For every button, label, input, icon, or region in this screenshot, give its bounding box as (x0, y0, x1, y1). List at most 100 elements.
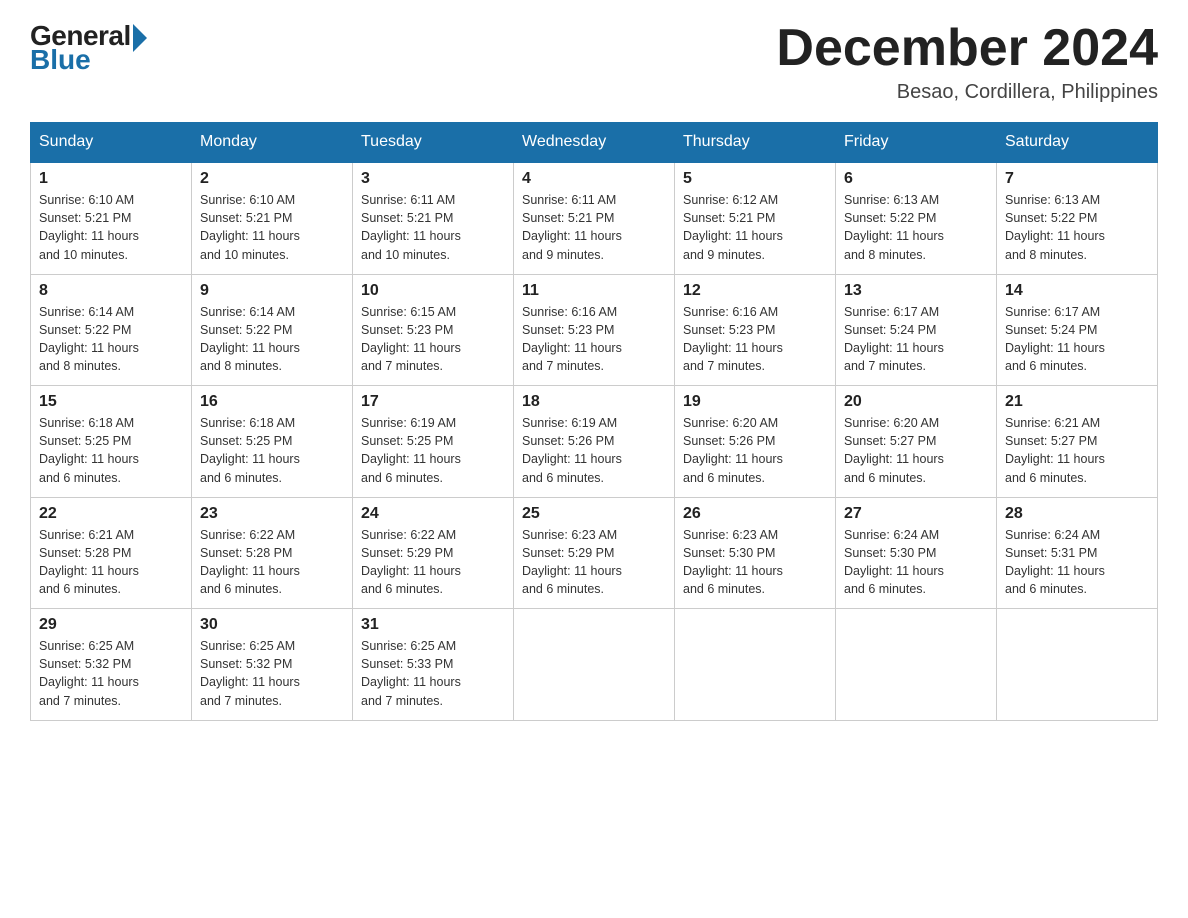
day-number: 16 (200, 393, 344, 411)
logo-blue-text: Blue (30, 44, 91, 76)
page-header: General Blue December 2024 Besao, Cordil… (30, 20, 1158, 104)
day-info: Sunrise: 6:22 AMSunset: 5:29 PMDaylight:… (361, 526, 505, 599)
day-number: 10 (361, 282, 505, 300)
day-number: 23 (200, 505, 344, 523)
table-row (675, 609, 836, 721)
day-info: Sunrise: 6:16 AMSunset: 5:23 PMDaylight:… (522, 303, 666, 376)
day-info: Sunrise: 6:12 AMSunset: 5:21 PMDaylight:… (683, 191, 827, 264)
table-row: 5 Sunrise: 6:12 AMSunset: 5:21 PMDaylight… (675, 162, 836, 274)
day-info: Sunrise: 6:17 AMSunset: 5:24 PMDaylight:… (1005, 303, 1149, 376)
day-number: 18 (522, 393, 666, 411)
table-row: 11 Sunrise: 6:16 AMSunset: 5:23 PMDayligh… (514, 274, 675, 386)
col-thursday: Thursday (675, 123, 836, 163)
table-row: 10 Sunrise: 6:15 AMSunset: 5:23 PMDayligh… (353, 274, 514, 386)
day-number: 15 (39, 393, 183, 411)
table-row (836, 609, 997, 721)
day-info: Sunrise: 6:11 AMSunset: 5:21 PMDaylight:… (522, 191, 666, 264)
day-info: Sunrise: 6:19 AMSunset: 5:25 PMDaylight:… (361, 414, 505, 487)
calendar-week-row: 15 Sunrise: 6:18 AMSunset: 5:25 PMDayligh… (31, 386, 1158, 498)
col-friday: Friday (836, 123, 997, 163)
day-info: Sunrise: 6:11 AMSunset: 5:21 PMDaylight:… (361, 191, 505, 264)
table-row: 21Sunrise: 6:21 AMSunset: 5:27 PMDayligh… (997, 386, 1158, 498)
day-info: Sunrise: 6:20 AMSunset: 5:26 PMDaylight:… (683, 414, 827, 487)
logo-arrow-icon (133, 24, 147, 52)
table-row: 9 Sunrise: 6:14 AMSunset: 5:22 PMDaylight… (192, 274, 353, 386)
day-number: 3 (361, 170, 505, 188)
day-info: Sunrise: 6:18 AMSunset: 5:25 PMDaylight:… (39, 414, 183, 487)
table-row: 16 Sunrise: 6:18 AMSunset: 5:25 PMDayligh… (192, 386, 353, 498)
table-row: 20Sunrise: 6:20 AMSunset: 5:27 PMDayligh… (836, 386, 997, 498)
calendar-week-row: 8 Sunrise: 6:14 AMSunset: 5:22 PMDaylight… (31, 274, 1158, 386)
day-info: Sunrise: 6:23 AMSunset: 5:29 PMDaylight:… (522, 526, 666, 599)
day-number: 9 (200, 282, 344, 300)
col-tuesday: Tuesday (353, 123, 514, 163)
table-row: 22 Sunrise: 6:21 AMSunset: 5:28 PMDayligh… (31, 497, 192, 609)
calendar-week-row: 1Sunrise: 6:10 AMSunset: 5:21 PMDaylight… (31, 162, 1158, 274)
day-number: 14 (1005, 282, 1149, 300)
table-row: 15 Sunrise: 6:18 AMSunset: 5:25 PMDayligh… (31, 386, 192, 498)
logo: General Blue (30, 20, 147, 76)
table-row: 6 Sunrise: 6:13 AMSunset: 5:22 PMDaylight… (836, 162, 997, 274)
table-row: 28 Sunrise: 6:24 AMSunset: 5:31 PMDayligh… (997, 497, 1158, 609)
day-number: 11 (522, 282, 666, 300)
table-row: 14 Sunrise: 6:17 AMSunset: 5:24 PMDayligh… (997, 274, 1158, 386)
table-row: 2Sunrise: 6:10 AMSunset: 5:21 PMDaylight… (192, 162, 353, 274)
calendar-header-row: Sunday Monday Tuesday Wednesday Thursday… (31, 123, 1158, 163)
table-row: 24 Sunrise: 6:22 AMSunset: 5:29 PMDayligh… (353, 497, 514, 609)
day-info: Sunrise: 6:17 AMSunset: 5:24 PMDaylight:… (844, 303, 988, 376)
calendar-table: Sunday Monday Tuesday Wednesday Thursday… (30, 122, 1158, 721)
table-row: 7Sunrise: 6:13 AMSunset: 5:22 PMDaylight… (997, 162, 1158, 274)
table-row: 25 Sunrise: 6:23 AMSunset: 5:29 PMDayligh… (514, 497, 675, 609)
table-row: 18Sunrise: 6:19 AMSunset: 5:26 PMDayligh… (514, 386, 675, 498)
table-row: 8 Sunrise: 6:14 AMSunset: 5:22 PMDaylight… (31, 274, 192, 386)
calendar-week-row: 22 Sunrise: 6:21 AMSunset: 5:28 PMDayligh… (31, 497, 1158, 609)
day-number: 27 (844, 505, 988, 523)
day-number: 29 (39, 616, 183, 634)
day-number: 5 (683, 170, 827, 188)
day-number: 19 (683, 393, 827, 411)
day-number: 30 (200, 616, 344, 634)
day-number: 8 (39, 282, 183, 300)
table-row: 19 Sunrise: 6:20 AMSunset: 5:26 PMDayligh… (675, 386, 836, 498)
table-row: 30Sunrise: 6:25 AMSunset: 5:32 PMDayligh… (192, 609, 353, 721)
table-row: 13 Sunrise: 6:17 AMSunset: 5:24 PMDayligh… (836, 274, 997, 386)
day-number: 13 (844, 282, 988, 300)
day-info: Sunrise: 6:25 AMSunset: 5:32 PMDaylight:… (39, 637, 183, 710)
table-row: 3 Sunrise: 6:11 AMSunset: 5:21 PMDaylight… (353, 162, 514, 274)
day-info: Sunrise: 6:21 AMSunset: 5:28 PMDaylight:… (39, 526, 183, 599)
day-number: 25 (522, 505, 666, 523)
calendar-week-row: 29 Sunrise: 6:25 AMSunset: 5:32 PMDayligh… (31, 609, 1158, 721)
day-info: Sunrise: 6:24 AMSunset: 5:31 PMDaylight:… (1005, 526, 1149, 599)
table-row: 17 Sunrise: 6:19 AMSunset: 5:25 PMDayligh… (353, 386, 514, 498)
day-number: 1 (39, 170, 183, 188)
day-number: 2 (200, 170, 344, 188)
day-info: Sunrise: 6:25 AMSunset: 5:33 PMDaylight:… (361, 637, 505, 710)
day-number: 4 (522, 170, 666, 188)
table-row: 31Sunrise: 6:25 AMSunset: 5:33 PMDayligh… (353, 609, 514, 721)
day-info: Sunrise: 6:21 AMSunset: 5:27 PMDaylight:… (1005, 414, 1149, 487)
table-row (997, 609, 1158, 721)
day-info: Sunrise: 6:13 AMSunset: 5:22 PMDaylight:… (844, 191, 988, 264)
table-row: 4 Sunrise: 6:11 AMSunset: 5:21 PMDaylight… (514, 162, 675, 274)
table-row: 1Sunrise: 6:10 AMSunset: 5:21 PMDaylight… (31, 162, 192, 274)
day-number: 22 (39, 505, 183, 523)
day-number: 17 (361, 393, 505, 411)
day-info: Sunrise: 6:16 AMSunset: 5:23 PMDaylight:… (683, 303, 827, 376)
col-saturday: Saturday (997, 123, 1158, 163)
col-wednesday: Wednesday (514, 123, 675, 163)
table-row: 27 Sunrise: 6:24 AMSunset: 5:30 PMDayligh… (836, 497, 997, 609)
day-info: Sunrise: 6:14 AMSunset: 5:22 PMDaylight:… (39, 303, 183, 376)
day-info: Sunrise: 6:14 AMSunset: 5:22 PMDaylight:… (200, 303, 344, 376)
day-number: 12 (683, 282, 827, 300)
day-number: 6 (844, 170, 988, 188)
day-info: Sunrise: 6:18 AMSunset: 5:25 PMDaylight:… (200, 414, 344, 487)
day-info: Sunrise: 6:13 AMSunset: 5:22 PMDaylight:… (1005, 191, 1149, 264)
day-info: Sunrise: 6:15 AMSunset: 5:23 PMDaylight:… (361, 303, 505, 376)
day-number: 28 (1005, 505, 1149, 523)
title-block: December 2024 Besao, Cordillera, Philipp… (776, 20, 1158, 104)
table-row: 23Sunrise: 6:22 AMSunset: 5:28 PMDayligh… (192, 497, 353, 609)
day-info: Sunrise: 6:24 AMSunset: 5:30 PMDaylight:… (844, 526, 988, 599)
day-number: 26 (683, 505, 827, 523)
table-row: 29 Sunrise: 6:25 AMSunset: 5:32 PMDayligh… (31, 609, 192, 721)
day-number: 24 (361, 505, 505, 523)
